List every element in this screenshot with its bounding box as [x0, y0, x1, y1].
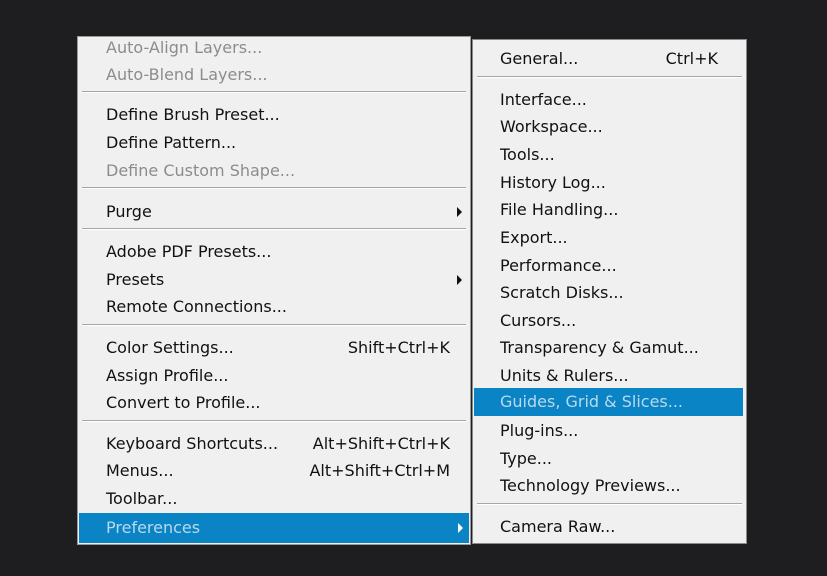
menu-separator — [82, 187, 466, 189]
submenu-item-label: Tools... — [500, 145, 555, 164]
submenu-item-guides-grid-slices[interactable]: Guides, Grid & Slices... — [474, 388, 743, 416]
submenu-item-label: Performance... — [500, 256, 617, 275]
menu-item-label: Convert to Profile... — [106, 393, 261, 412]
menu-item-shortcut: Alt+Shift+Ctrl+M — [309, 461, 450, 480]
menu-item-toolbar[interactable]: Toolbar... — [80, 485, 468, 512]
submenu-item-units-rulers[interactable]: Units & Rulers... — [475, 362, 744, 389]
menu-item-remote-connections[interactable]: Remote Connections... — [80, 293, 468, 320]
menu-item-label: Remote Connections... — [106, 297, 287, 316]
menu-separator — [82, 91, 466, 93]
submenu-item-label: Camera Raw... — [500, 517, 616, 536]
menu-separator — [82, 420, 466, 422]
menu-item-define-pattern[interactable]: Define Pattern... — [80, 129, 468, 156]
submenu-item-label: General... — [500, 49, 579, 68]
menu-item-label: Define Pattern... — [106, 133, 237, 152]
submenu-arrow-icon — [457, 207, 462, 217]
submenu-item-general[interactable]: General... Ctrl+K — [475, 45, 744, 72]
menu-separator — [477, 503, 742, 505]
submenu-item-interface[interactable]: Interface... — [475, 86, 744, 113]
submenu-item-type[interactable]: Type... — [475, 445, 744, 472]
submenu-item-label: Guides, Grid & Slices... — [500, 392, 683, 411]
menu-item-auto-align-layers: Auto-Align Layers... — [80, 34, 468, 61]
submenu-item-technology-previews[interactable]: Technology Previews... — [475, 472, 744, 499]
menu-item-label: Assign Profile... — [106, 366, 229, 385]
menu-item-label: Auto-Align Layers... — [106, 38, 263, 57]
submenu-arrow-icon — [458, 523, 463, 533]
submenu-arrow-icon — [457, 275, 462, 285]
menu-item-label: Define Brush Preset... — [106, 105, 280, 124]
submenu-item-tools[interactable]: Tools... — [475, 141, 744, 168]
preferences-submenu: General... Ctrl+K Interface... Workspace… — [472, 39, 747, 544]
submenu-item-label: Units & Rulers... — [500, 366, 629, 385]
submenu-item-cursors[interactable]: Cursors... — [475, 307, 744, 334]
menu-item-purge[interactable]: Purge — [80, 198, 468, 225]
menu-item-define-brush-preset[interactable]: Define Brush Preset... — [80, 101, 468, 128]
menu-item-preferences[interactable]: Preferences — [79, 513, 469, 543]
menu-item-label: Preferences — [106, 518, 201, 537]
submenu-item-label: Scratch Disks... — [500, 283, 624, 302]
submenu-item-workspace[interactable]: Workspace... — [475, 113, 744, 140]
submenu-item-file-handling[interactable]: File Handling... — [475, 196, 744, 223]
submenu-item-label: Interface... — [500, 90, 587, 109]
submenu-item-label: Workspace... — [500, 117, 603, 136]
menu-item-label: Keyboard Shortcuts... — [106, 434, 279, 453]
menu-item-color-settings[interactable]: Color Settings... Shift+Ctrl+K — [80, 334, 468, 361]
menu-item-label: Menus... — [106, 461, 174, 480]
menu-item-label: Presets — [106, 270, 165, 289]
menu-item-shortcut: Alt+Shift+Ctrl+K — [312, 434, 450, 453]
menu-item-keyboard-shortcuts[interactable]: Keyboard Shortcuts... Alt+Shift+Ctrl+K — [80, 430, 468, 457]
menu-item-presets[interactable]: Presets — [80, 266, 468, 293]
submenu-item-history-log[interactable]: History Log... — [475, 169, 744, 196]
menu-item-shortcut: Shift+Ctrl+K — [347, 338, 450, 357]
submenu-item-label: History Log... — [500, 173, 606, 192]
submenu-item-label: Plug-ins... — [500, 421, 579, 440]
menu-item-label: Adobe PDF Presets... — [106, 242, 272, 261]
submenu-item-plug-ins[interactable]: Plug-ins... — [475, 417, 744, 444]
submenu-item-label: Cursors... — [500, 311, 577, 330]
menu-separator — [477, 76, 742, 78]
menu-item-adobe-pdf-presets[interactable]: Adobe PDF Presets... — [80, 238, 468, 265]
submenu-item-label: Export... — [500, 228, 568, 247]
menu-item-label: Purge — [106, 202, 152, 221]
menu-item-label: Color Settings... — [106, 338, 234, 357]
menu-item-label: Define Custom Shape... — [106, 161, 296, 180]
submenu-item-camera-raw[interactable]: Camera Raw... — [475, 513, 744, 540]
menu-item-label: Toolbar... — [106, 489, 178, 508]
edit-menu: Auto-Align Layers... Auto-Blend Layers..… — [77, 36, 471, 545]
submenu-item-transparency-gamut[interactable]: Transparency & Gamut... — [475, 334, 744, 361]
menu-item-define-custom-shape: Define Custom Shape... — [80, 157, 468, 184]
submenu-item-shortcut: Ctrl+K — [665, 49, 718, 68]
menu-item-menus[interactable]: Menus... Alt+Shift+Ctrl+M — [80, 457, 468, 484]
menu-item-auto-blend-layers: Auto-Blend Layers... — [80, 61, 468, 88]
submenu-item-label: Type... — [500, 449, 553, 468]
submenu-item-export[interactable]: Export... — [475, 224, 744, 251]
menu-item-assign-profile[interactable]: Assign Profile... — [80, 362, 468, 389]
menu-separator — [82, 228, 466, 230]
submenu-item-label: File Handling... — [500, 200, 619, 219]
submenu-item-label: Transparency & Gamut... — [500, 338, 699, 357]
submenu-item-label: Technology Previews... — [500, 476, 681, 495]
menu-item-convert-to-profile[interactable]: Convert to Profile... — [80, 389, 468, 416]
submenu-item-scratch-disks[interactable]: Scratch Disks... — [475, 279, 744, 306]
submenu-item-performance[interactable]: Performance... — [475, 252, 744, 279]
menu-separator — [82, 324, 466, 326]
menu-item-label: Auto-Blend Layers... — [106, 65, 268, 84]
